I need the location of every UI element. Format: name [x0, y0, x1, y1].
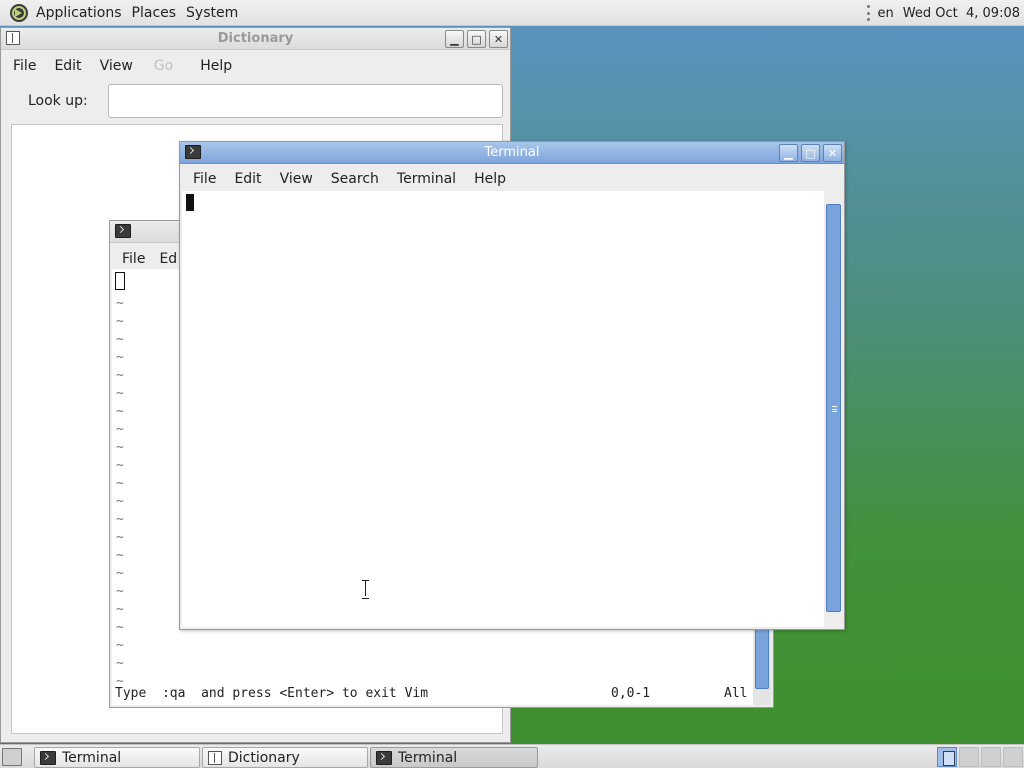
tilde: ~ — [116, 314, 124, 329]
terminal-icon — [115, 224, 131, 239]
terminal-icon — [40, 750, 56, 765]
terminal-window: Terminal ▁ □ ✕ File Edit View Search Ter… — [179, 141, 845, 630]
tilde: ~ — [116, 512, 124, 527]
top-panel: Applications Places System en Wed Oct 4,… — [0, 0, 1024, 26]
menu-file[interactable]: File — [110, 251, 154, 267]
menu-edit[interactable]: Edit — [225, 171, 270, 187]
dictionary-titlebar[interactable]: Dictionary ▁ □ ✕ — [1, 28, 510, 50]
terminal-text-area[interactable] — [182, 191, 825, 627]
workspace-2[interactable] — [959, 747, 979, 767]
places-menu[interactable]: Places — [132, 5, 187, 21]
maximize-button[interactable]: □ — [467, 30, 486, 48]
scrollbar-grip-icon — [832, 406, 837, 412]
tilde: ~ — [116, 404, 124, 419]
taskbar-item-dictionary[interactable]: Dictionary — [202, 747, 368, 768]
tilde: ~ — [116, 296, 124, 311]
menu-search[interactable]: Search — [322, 171, 388, 187]
tilde: ~ — [116, 530, 124, 545]
taskbar-item-label: Terminal — [62, 749, 122, 766]
show-desktop-icon[interactable] — [2, 748, 22, 766]
applications-menu[interactable]: Applications — [36, 5, 132, 21]
vim-cursor — [115, 272, 125, 290]
taskbar-item-label: Terminal — [398, 749, 458, 766]
menu-view[interactable]: View — [271, 171, 322, 187]
keyboard-layout-indicator[interactable]: en — [878, 6, 894, 21]
tilde: ~ — [116, 638, 124, 653]
terminal-icon — [376, 750, 392, 765]
vim-scroll-position: All — [724, 686, 748, 701]
tilde: ~ — [116, 548, 124, 563]
menu-go[interactable]: Go — [142, 58, 182, 74]
tilde: ~ — [116, 602, 124, 617]
close-button[interactable]: ✕ — [489, 30, 508, 48]
scrollbar-thumb[interactable] — [755, 627, 769, 689]
workspace-1[interactable] — [937, 747, 957, 767]
tilde: ~ — [116, 620, 124, 635]
dictionary-menubar: File Edit View Go Help — [1, 53, 510, 79]
system-menu[interactable]: System — [186, 5, 248, 21]
tilde: ~ — [116, 566, 124, 581]
text-cursor-icon — [362, 580, 369, 599]
close-button[interactable]: ✕ — [823, 144, 842, 162]
empty-line-markers: ~ ~ ~ ~ ~ ~ ~ ~ ~ ~ ~ ~ ~ ~ ~ ~ ~ ~ ~ ~ … — [116, 295, 124, 691]
dictionary-icon — [208, 750, 222, 765]
tilde: ~ — [116, 656, 124, 671]
lookup-input[interactable] — [108, 84, 503, 118]
workspace-3[interactable] — [981, 747, 1001, 767]
window-title: Terminal — [484, 145, 540, 160]
tilde: ~ — [116, 422, 124, 437]
menu-edit[interactable]: Edit — [45, 58, 90, 74]
menu-file[interactable]: File — [1, 58, 45, 74]
menu-help[interactable]: Help — [465, 171, 515, 187]
bottom-panel: Terminal Dictionary Terminal — [0, 744, 1024, 768]
tilde: ~ — [116, 584, 124, 599]
window-title: Dictionary — [217, 31, 294, 46]
tilde: ~ — [116, 332, 124, 347]
taskbar-item-terminal-active[interactable]: Terminal — [370, 747, 538, 768]
terminal-cursor — [186, 194, 194, 211]
minimize-button[interactable]: ▁ — [779, 144, 798, 162]
tilde: ~ — [116, 440, 124, 455]
taskbar-item-label: Dictionary — [228, 749, 300, 766]
tilde: ~ — [116, 350, 124, 365]
menu-help[interactable]: Help — [182, 58, 241, 74]
vim-cursor-position: 0,0-1 — [611, 686, 651, 701]
lookup-label: Look up: — [28, 93, 88, 109]
tilde: ~ — [116, 494, 124, 509]
menu-terminal[interactable]: Terminal — [388, 171, 465, 187]
clock[interactable]: Wed Oct 4, 09:08 — [903, 6, 1020, 21]
workspace-switcher — [937, 747, 1023, 767]
panel-handle-icon — [866, 5, 870, 21]
tilde: ~ — [116, 386, 124, 401]
tilde: ~ — [116, 368, 124, 383]
workspace-4[interactable] — [1003, 747, 1023, 767]
maximize-button[interactable]: □ — [801, 144, 820, 162]
tilde: ~ — [116, 476, 124, 491]
terminal-titlebar[interactable]: Terminal ▁ □ ✕ — [180, 142, 844, 164]
terminal-scrollbar[interactable] — [824, 191, 842, 627]
terminal-menubar: File Edit View Search Terminal Help — [180, 166, 844, 192]
distro-logo-icon[interactable] — [8, 2, 30, 24]
taskbar-item-terminal[interactable]: Terminal — [34, 747, 200, 768]
tilde: ~ — [116, 458, 124, 473]
menu-view[interactable]: View — [91, 58, 142, 74]
scrollbar-thumb[interactable] — [826, 204, 841, 612]
vim-status-message: Type :qa and press <Enter> to exit Vim — [115, 686, 429, 701]
minimize-button[interactable]: ▁ — [445, 30, 464, 48]
menu-file[interactable]: File — [180, 171, 225, 187]
